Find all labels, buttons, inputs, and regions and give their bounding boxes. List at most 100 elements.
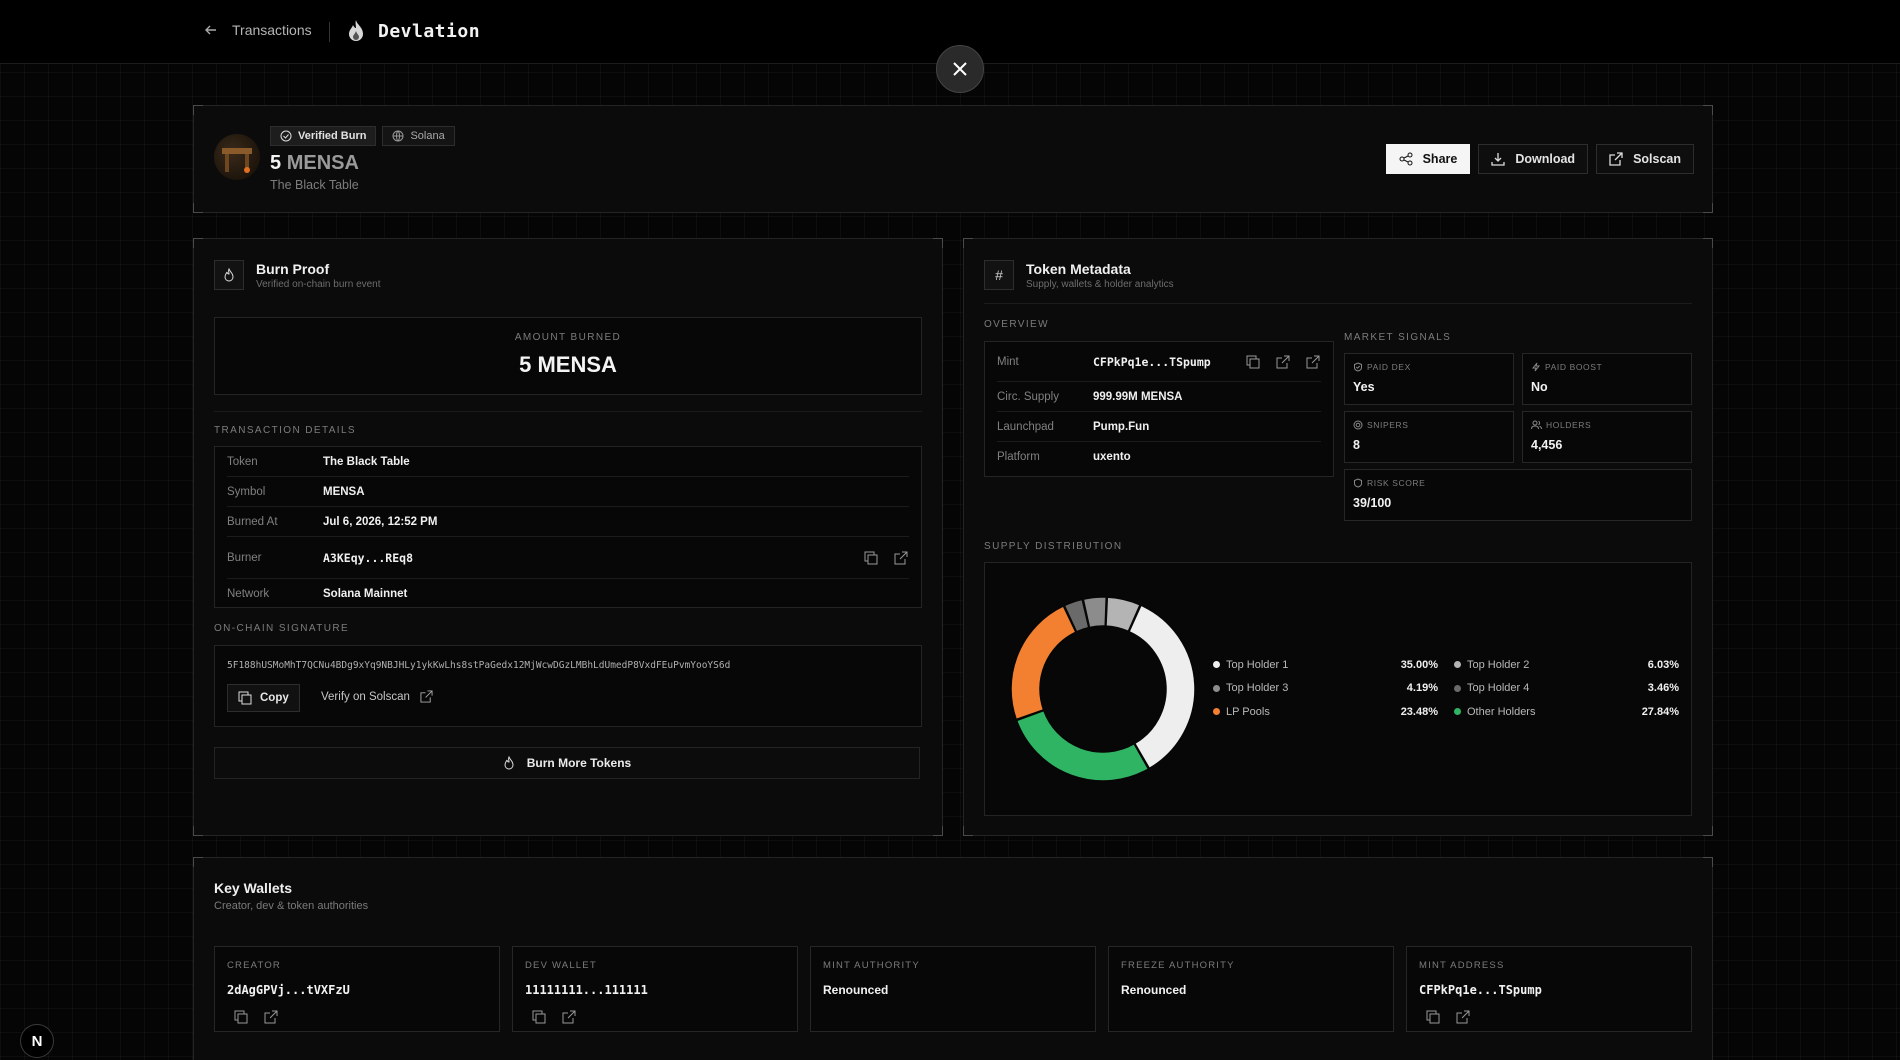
arrow-left-icon: [205, 25, 216, 35]
copy-icon[interactable]: [1245, 354, 1261, 370]
creator-wallet-card: CREATOR 2dAgGPVj...tVXFzU: [214, 946, 500, 1032]
table-row: Mint CFPkPq1e...TSpump: [997, 342, 1321, 382]
row-value: MENSA: [323, 485, 365, 498]
copy-icon[interactable]: [531, 1009, 547, 1025]
copy-label: Copy: [260, 692, 289, 704]
legend-dot: [1454, 684, 1461, 692]
external-link-icon[interactable]: [263, 1009, 279, 1025]
copy-icon[interactable]: [863, 550, 879, 566]
external-link-icon: [1609, 152, 1623, 166]
target-icon: [1353, 420, 1363, 430]
dev-tools-badge[interactable]: N: [20, 1024, 54, 1058]
signature-box: 5F188hUSMoMhT7QCNu4BDg9xYq9NBJHLy1ykKwLh…: [214, 645, 922, 727]
row-value: Pump.Fun: [1093, 420, 1150, 433]
users-icon: [1531, 420, 1542, 430]
external-link-icon[interactable]: [1275, 354, 1291, 370]
legend-value: 23.48%: [1400, 705, 1438, 718]
donut-chart: [1010, 596, 1196, 782]
copy-icon: [238, 691, 252, 705]
snipers-label: SNIPERS: [1367, 420, 1409, 430]
risk-score-label: RISK SCORE: [1367, 478, 1426, 488]
legend-label: LP Pools: [1226, 705, 1270, 718]
paid-dex-value: Yes: [1353, 380, 1375, 394]
close-icon: [953, 62, 967, 76]
copy-signature-button[interactable]: Copy: [227, 684, 300, 712]
download-button[interactable]: Download: [1478, 144, 1589, 174]
network-label: Solana: [410, 130, 445, 142]
signature-label: ON-CHAIN SIGNATURE: [214, 623, 350, 634]
download-label: Download: [1515, 152, 1576, 166]
holders-card: HOLDERS 4,456: [1522, 411, 1692, 463]
brand-name: Devlation: [378, 20, 481, 42]
share-icon: [1399, 152, 1413, 166]
risk-score-value: 39/100: [1353, 496, 1392, 510]
mint-address-card: MINT ADDRESS CFPkPq1e...TSpump: [1406, 946, 1692, 1032]
solscan-button[interactable]: Solscan: [1596, 144, 1694, 174]
metadata-subtitle: Supply, wallets & holder analytics: [1026, 278, 1174, 290]
table-row: Token The Black Table: [227, 447, 909, 477]
legend-item: Other Holders 27.84%: [1454, 700, 1679, 724]
copy-icon[interactable]: [1425, 1009, 1441, 1025]
legend-dot: [1213, 661, 1220, 669]
close-button[interactable]: [936, 45, 984, 93]
token-header-panel: Verified Burn Solana 5 MENSA The Black T…: [193, 105, 1713, 213]
legend-label: Top Holder 4: [1467, 682, 1530, 695]
amount-burned-box: AMOUNT BURNED 5 MENSA: [214, 317, 922, 395]
verified-burn-label: Verified Burn: [298, 130, 367, 142]
key-wallets-title: Key Wallets: [214, 880, 293, 896]
paid-boost-value: No: [1531, 380, 1548, 394]
check-circle-icon: [280, 130, 292, 142]
paid-boost-label: PAID BOOST: [1545, 362, 1603, 372]
external-link-icon[interactable]: [561, 1009, 577, 1025]
brand[interactable]: Devlation: [346, 19, 480, 43]
share-label: Share: [1422, 152, 1458, 166]
back-to-transactions-link[interactable]: Transactions: [204, 22, 312, 38]
back-label: Transactions: [232, 22, 312, 38]
legend-dot: [1213, 684, 1220, 692]
holders-label: HOLDERS: [1546, 420, 1592, 430]
legend-value: 4.19%: [1406, 682, 1438, 695]
legend-item: LP Pools 23.48%: [1213, 700, 1438, 724]
burn-more-tokens-button[interactable]: Burn More Tokens: [214, 747, 920, 779]
chart-legend: Top Holder 1 35.00% Top Holder 2 6.03% Top H…: [1213, 653, 1679, 724]
external-link-icon[interactable]: [1455, 1009, 1471, 1025]
share-button[interactable]: Share: [1385, 144, 1471, 174]
table-row: Network Solana Mainnet: [227, 579, 909, 609]
holders-value: 4,456: [1531, 438, 1563, 452]
key-wallets-panel: Key Wallets Creator, dev & token authori…: [193, 857, 1713, 1060]
token-metadata-panel: # Token Metadata Supply, wallets & holde…: [963, 238, 1713, 836]
burn-proof-subtitle: Verified on-chain burn event: [256, 278, 381, 290]
paid-dex-card: PAID DEX Yes: [1344, 353, 1514, 405]
legend-value: 27.84%: [1641, 705, 1679, 718]
row-key: Symbol: [227, 485, 266, 498]
wallet-label: CREATOR: [227, 960, 281, 971]
legend-item: Top Holder 1 35.00%: [1213, 653, 1438, 677]
row-value: Solana Mainnet: [323, 588, 408, 600]
token-avatar: [214, 134, 260, 180]
legend-label: Top Holder 3: [1226, 682, 1289, 695]
legend-item: Top Holder 2 6.03%: [1454, 653, 1679, 677]
row-key: Circ. Supply: [997, 390, 1059, 403]
shield-icon: [1354, 478, 1362, 488]
download-icon: [1491, 153, 1505, 166]
row-value: Jul 6, 2026, 12:52 PM: [323, 515, 438, 528]
external-link-icon[interactable]: [893, 550, 909, 566]
burn-proof-panel: Burn Proof Verified on-chain burn event …: [193, 238, 943, 836]
verify-on-solscan-link[interactable]: Verify on Solscan: [321, 690, 433, 703]
row-value: uxento: [1093, 451, 1131, 463]
legend-dot: [1454, 708, 1461, 716]
market-signals-label: MARKET SIGNALS: [1344, 332, 1452, 343]
wallet-value: Renounced: [1121, 983, 1187, 997]
wallet-label: FREEZE AUTHORITY: [1121, 960, 1235, 971]
burner-address: A3KEqy...REq8: [323, 550, 414, 565]
wallet-label: DEV WALLET: [525, 960, 597, 971]
legend-value: 6.03%: [1647, 658, 1679, 671]
bolt-icon: [1531, 362, 1541, 372]
external-link-icon: [420, 690, 433, 703]
wallet-value: 2dAgGPVj...tVXFzU: [227, 983, 350, 997]
external-link-icon[interactable]: [1305, 354, 1321, 370]
burn-more-label: Burn More Tokens: [526, 756, 632, 770]
table-row: Burner A3KEqy...REq8: [227, 537, 909, 579]
flame-icon: [214, 260, 244, 290]
copy-icon[interactable]: [233, 1009, 249, 1025]
